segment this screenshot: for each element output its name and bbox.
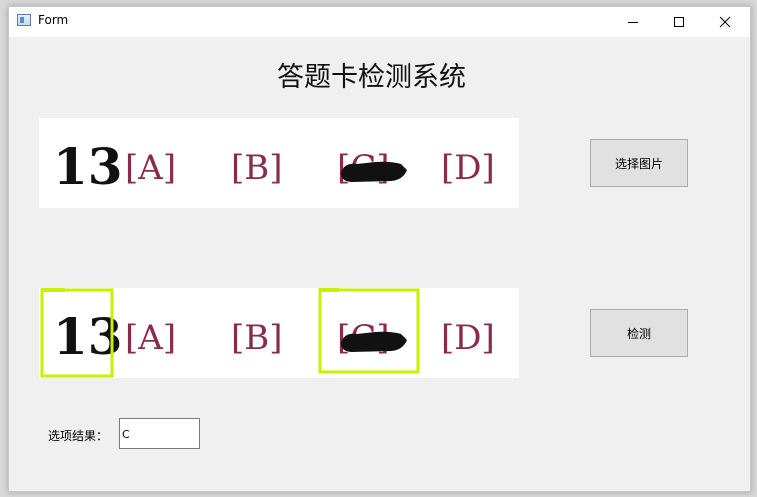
maximize-icon	[674, 17, 684, 27]
pencil-mark	[341, 161, 407, 182]
question-number: 13	[53, 137, 123, 196]
detection-image: 13 [A] [B] [C] [D]	[39, 288, 519, 378]
detect-button[interactable]: 检测	[590, 309, 688, 357]
minimize-icon	[628, 22, 638, 23]
source-image: 13 [A] [B] [C] [D]	[39, 118, 519, 208]
answer-sheet-image: 13 [A] [B] [C] [D]	[53, 137, 495, 196]
option-d: [D]	[441, 148, 495, 188]
title-bar[interactable]: Form	[9, 7, 750, 37]
option-a: [A]	[125, 318, 176, 358]
maximize-button[interactable]	[656, 7, 702, 37]
app-window-icon	[17, 14, 31, 26]
select-image-button[interactable]: 选择图片	[590, 139, 688, 187]
minimize-button[interactable]	[610, 7, 656, 37]
close-button[interactable]	[702, 7, 748, 37]
page-title: 答题卡检测系统	[277, 62, 466, 93]
option-b: [B]	[231, 148, 283, 188]
app-window: Form 答题卡检测系统 13 [A] [B] [C] [D]	[8, 6, 751, 492]
detection-tag-number	[41, 288, 65, 292]
window-title: Form	[38, 13, 69, 27]
result-field[interactable]: C	[119, 418, 200, 449]
detection-result-image: 13 [A] [B] [C] [D]	[40, 288, 495, 378]
option-b: [B]	[231, 318, 283, 358]
result-label: 选项结果：	[48, 429, 109, 443]
pencil-mark	[341, 331, 407, 352]
option-d: [D]	[441, 318, 495, 358]
close-icon	[719, 16, 731, 28]
detection-tag-answer	[319, 288, 339, 292]
option-a: [A]	[125, 148, 176, 188]
